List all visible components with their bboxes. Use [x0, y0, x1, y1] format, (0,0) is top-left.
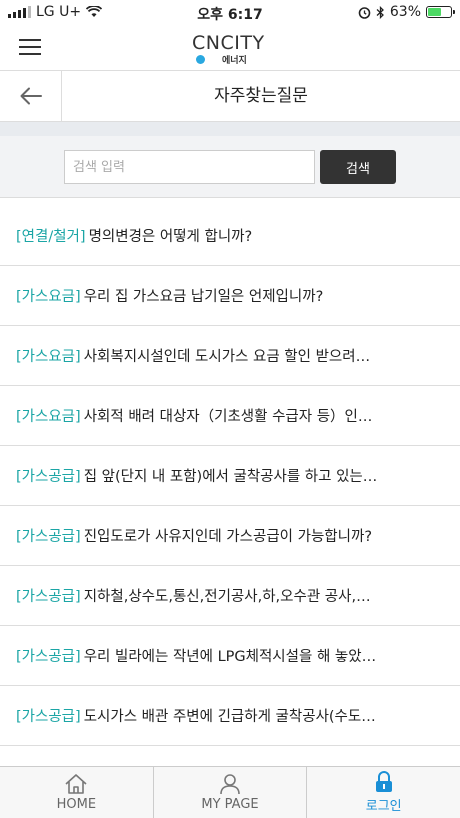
battery-icon — [426, 6, 455, 18]
tab-login-label: 로그인 — [365, 799, 402, 814]
faq-question: 도시가스 배관 주변에 긴급하게 굴착공사(수도… — [83, 709, 376, 725]
brand-logo[interactable]: CNCITY 에너지 — [192, 32, 272, 66]
faq-question: 진입도로가 사유지인데 가스공급이 가능합니까? — [83, 529, 373, 545]
faq-item[interactable]: [가스요금] 사회적 배려 대상자（기초생활 수급자 등）인… — [0, 386, 460, 446]
alarm-icon — [358, 6, 371, 19]
back-button[interactable] — [0, 71, 62, 121]
faq-question: 지하철,상수도,통신,전기공사,하,오수관 공사,… — [83, 589, 371, 605]
logo-dot — [196, 55, 205, 64]
faq-item[interactable]: [가스요금] 사회복지시설인데 도시가스 요금 할인 받으려… — [0, 326, 460, 386]
faq-item[interactable]: [가스공급] 도시가스 배관 주변에 긴급하게 굴착공사(수도… — [0, 686, 460, 746]
home-icon — [65, 774, 87, 794]
faq-question: 사회적 배려 대상자（기초생활 수급자 등）인… — [83, 409, 373, 425]
faq-category: [연결/철거] — [16, 229, 86, 245]
faq-question: 집 앞(단지 내 포함)에서 굴착공사를 하고 있는… — [83, 469, 378, 485]
faq-category: [가스공급] — [16, 529, 81, 545]
bluetooth-icon — [376, 5, 384, 19]
tab-mypage-label: MY PAGE — [201, 797, 259, 812]
tab-home[interactable]: HOME — [0, 767, 153, 818]
faq-list: [연결/철거] 명의변경은 어떻게 합니까? [가스요금] 우리 집 가스요금 납기일… — [0, 206, 460, 766]
faq-item[interactable]: [가스공급] 진입도로가 사유지인데 가스공급이 가능합니까? — [0, 506, 460, 566]
search-button[interactable]: 검색 — [320, 150, 396, 184]
app-header: CNCITY 에너지 — [0, 26, 460, 70]
faq-question: 우리 집 가스요금 납기일은 언제입니까? — [83, 289, 324, 305]
faq-category: [가스공급] — [16, 589, 81, 605]
logo-text: CNCITY — [192, 32, 265, 54]
faq-item[interactable]: [가스공급] 우리 빌라에는 작년에 LPG체적시설을 해 놓았… — [0, 626, 460, 686]
tab-mypage[interactable]: MY PAGE — [152, 767, 307, 818]
faq-category: [가스요금] — [16, 409, 81, 425]
lock-icon — [375, 771, 392, 792]
faq-question: 사회복지시설인데 도시가스 요금 할인 받으려… — [83, 349, 371, 365]
arrow-left-icon — [20, 87, 42, 105]
faq-category: [가스공급] — [16, 469, 81, 485]
faq-question: 우리 빌라에는 작년에 LPG체적시설을 해 놓았… — [83, 649, 377, 665]
faq-category: [가스요금] — [16, 349, 81, 365]
faq-category: [가스요금] — [16, 289, 81, 305]
bottom-tab-bar: HOME MY PAGE 로그인 — [0, 766, 460, 818]
faq-item[interactable]: [가스공급] 지하철,상수도,통신,전기공사,하,오수관 공사,… — [0, 566, 460, 626]
search-input[interactable] — [64, 150, 315, 184]
faq-item[interactable]: [연결/철거] 명의변경은 어떻게 합니까? — [0, 206, 460, 266]
page-title: 자주찾는질문 — [214, 86, 308, 106]
battery-level — [428, 8, 441, 16]
section-divider — [0, 122, 460, 136]
faq-item[interactable]: [가스공급]배관공사를 담당한 시공업체가 계약불이행으… — [0, 746, 460, 766]
title-bar: 자주찾는질문 — [0, 70, 460, 122]
hamburger-icon[interactable] — [19, 39, 41, 55]
logo-subtitle: 에너지 — [222, 56, 247, 66]
faq-question: 명의변경은 어떻게 합니까? — [88, 229, 253, 245]
faq-category: [가스공급] — [16, 649, 81, 665]
faq-item[interactable]: [가스요금] 우리 집 가스요금 납기일은 언제입니까? — [0, 266, 460, 326]
faq-category: [가스공급] — [16, 709, 81, 725]
faq-item[interactable]: [가스공급] 집 앞(단지 내 포함)에서 굴착공사를 하고 있는… — [0, 446, 460, 506]
user-icon — [220, 774, 240, 795]
tab-login[interactable]: 로그인 — [306, 767, 460, 818]
search-area: 검색 — [0, 136, 460, 198]
battery-percent: 63% — [389, 4, 421, 20]
status-bar: LG U+ 오후 6:17 63% — [0, 0, 460, 26]
tab-home-label: HOME — [56, 797, 97, 812]
